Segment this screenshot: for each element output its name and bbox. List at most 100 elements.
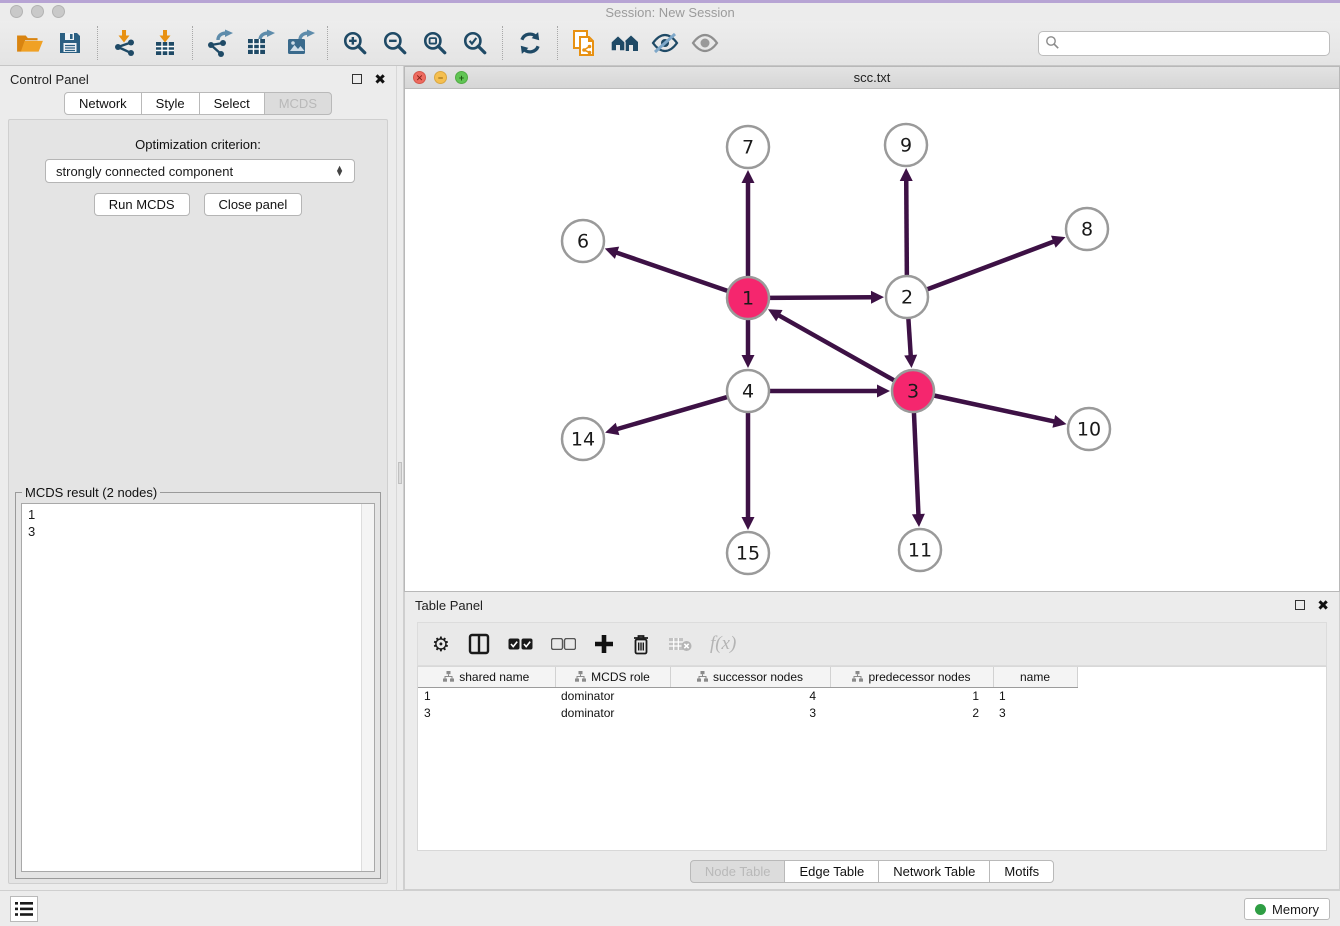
tab-select[interactable]: Select <box>199 92 265 115</box>
show-details-button[interactable] <box>685 24 725 62</box>
search-icon <box>1045 35 1060 50</box>
run-mcds-button[interactable]: Run MCDS <box>94 193 190 216</box>
node-label-6: 6 <box>577 231 589 253</box>
delete-table-button[interactable] <box>668 629 692 659</box>
main-toolbar <box>0 21 1340 66</box>
import-table-icon <box>151 29 179 57</box>
zoom-fit-button[interactable] <box>415 24 455 62</box>
export-image-button[interactable] <box>280 24 320 62</box>
table-row[interactable]: 1dominator411 <box>418 687 1077 704</box>
edge-3-1[interactable] <box>778 315 897 382</box>
edge-arrowhead <box>742 170 755 183</box>
network-graph-canvas[interactable]: 7968124314101511 <box>405 89 1339 591</box>
memory-status-icon <box>1255 904 1266 915</box>
select-all-checkboxes-button[interactable] <box>508 629 533 659</box>
column-header-name[interactable]: name <box>993 667 1077 687</box>
cell-successor_nodes[interactable]: 3 <box>670 704 830 721</box>
edge-3-10[interactable] <box>932 395 1056 422</box>
column-header-MCDS-role[interactable]: MCDS role <box>555 667 670 687</box>
save-session-button[interactable] <box>50 24 90 62</box>
cell-predecessor_nodes[interactable]: 2 <box>830 704 993 721</box>
duplicate-network-button[interactable] <box>565 24 605 62</box>
zoom-selected-button[interactable] <box>455 24 495 62</box>
tab-mcds[interactable]: MCDS <box>264 92 332 115</box>
column-header-successor-nodes[interactable]: successor nodes <box>670 667 830 687</box>
table-options-button[interactable]: ⚙ <box>432 629 450 659</box>
delete-column-button[interactable] <box>632 629 650 659</box>
list-icon <box>15 902 33 916</box>
column-layout-button[interactable] <box>468 629 490 659</box>
cell-predecessor_nodes[interactable]: 1 <box>830 687 993 704</box>
edge-2-8[interactable] <box>925 241 1055 290</box>
cell-shared_name[interactable]: 1 <box>418 687 555 704</box>
column-header-predecessor-nodes[interactable]: predecessor nodes <box>830 667 993 687</box>
plus-icon <box>594 634 614 654</box>
mcds-result-list[interactable]: 1 3 <box>21 503 375 872</box>
cell-name[interactable]: 3 <box>993 704 1077 721</box>
cell-mcds_role[interactable]: dominator <box>555 687 670 704</box>
window-titlebar: Session: New Session <box>0 3 1340 21</box>
edge-1-2[interactable] <box>767 297 873 298</box>
hide-details-button[interactable] <box>645 24 685 62</box>
node-label-14: 14 <box>571 429 595 451</box>
float-table-panel-icon[interactable] <box>1295 600 1305 610</box>
zoom-in-button[interactable] <box>335 24 375 62</box>
table-row[interactable]: 3dominator323 <box>418 704 1077 721</box>
splitter-grip-icon <box>398 462 402 484</box>
close-panel-icon[interactable]: ✖ <box>374 72 386 86</box>
eye-slash-icon <box>650 31 680 55</box>
toolbar-separator <box>502 26 503 60</box>
export-network-button[interactable] <box>200 24 240 62</box>
import-table-button[interactable] <box>145 24 185 62</box>
criterion-select[interactable]: strongly connected component ▲▼ <box>45 159 355 183</box>
import-network-button[interactable] <box>105 24 145 62</box>
save-icon <box>58 31 82 55</box>
mcds-panel-body: Optimization criterion: strongly connect… <box>8 119 388 884</box>
cell-name[interactable]: 1 <box>993 687 1077 704</box>
function-builder-button[interactable]: f(x) <box>710 629 736 659</box>
tab-motifs[interactable]: Motifs <box>989 860 1054 883</box>
memory-button[interactable]: Memory <box>1244 898 1330 920</box>
node-label-2: 2 <box>901 287 913 309</box>
column-header-shared-name[interactable]: shared name <box>418 667 555 687</box>
select-arrows-icon: ▲▼ <box>335 166 344 176</box>
tab-node-table[interactable]: Node Table <box>690 860 786 883</box>
export-table-button[interactable] <box>240 24 280 62</box>
trash-icon <box>632 634 650 655</box>
tab-network[interactable]: Network <box>64 92 142 115</box>
refresh-button[interactable] <box>510 24 550 62</box>
node-label-10: 10 <box>1077 419 1101 441</box>
cell-shared_name[interactable]: 3 <box>418 704 555 721</box>
edge-3-11[interactable] <box>914 410 919 516</box>
vertical-splitter[interactable] <box>396 66 404 890</box>
zoom-in-icon <box>342 30 368 56</box>
toolbar-separator <box>327 26 328 60</box>
node-label-4: 4 <box>742 381 754 403</box>
tab-network-table[interactable]: Network Table <box>878 860 990 883</box>
close-panel-button[interactable]: Close panel <box>204 193 303 216</box>
edge-4-14[interactable] <box>616 396 730 429</box>
search-input[interactable] <box>1038 31 1330 56</box>
edge-2-3[interactable] <box>908 316 911 357</box>
cell-mcds_role[interactable]: dominator <box>555 704 670 721</box>
float-panel-icon[interactable] <box>352 74 362 84</box>
network-window-titlebar[interactable]: ✕ − + scc.txt <box>405 67 1339 89</box>
add-column-button[interactable] <box>594 629 614 659</box>
close-table-panel-icon[interactable]: ✖ <box>1317 598 1329 612</box>
zoom-out-button[interactable] <box>375 24 415 62</box>
show-all-networks-button[interactable] <box>605 24 645 62</box>
result-scrollbar[interactable] <box>361 504 374 871</box>
column-header-label: shared name <box>459 670 529 684</box>
tab-style[interactable]: Style <box>141 92 200 115</box>
open-file-button[interactable] <box>10 24 50 62</box>
tab-edge-table[interactable]: Edge Table <box>784 860 879 883</box>
node-label-1: 1 <box>742 288 754 310</box>
column-header-label: MCDS role <box>591 670 650 684</box>
table-panel: Table Panel ✖ ⚙ <box>404 592 1340 890</box>
deselect-all-checkboxes-button[interactable] <box>551 629 576 659</box>
node-table: shared name MCDS role successor nodesprede… <box>417 666 1327 851</box>
task-history-button[interactable] <box>10 896 38 922</box>
edge-2-9[interactable] <box>906 179 907 278</box>
cell-successor_nodes[interactable]: 4 <box>670 687 830 704</box>
edge-1-6[interactable] <box>615 252 730 292</box>
